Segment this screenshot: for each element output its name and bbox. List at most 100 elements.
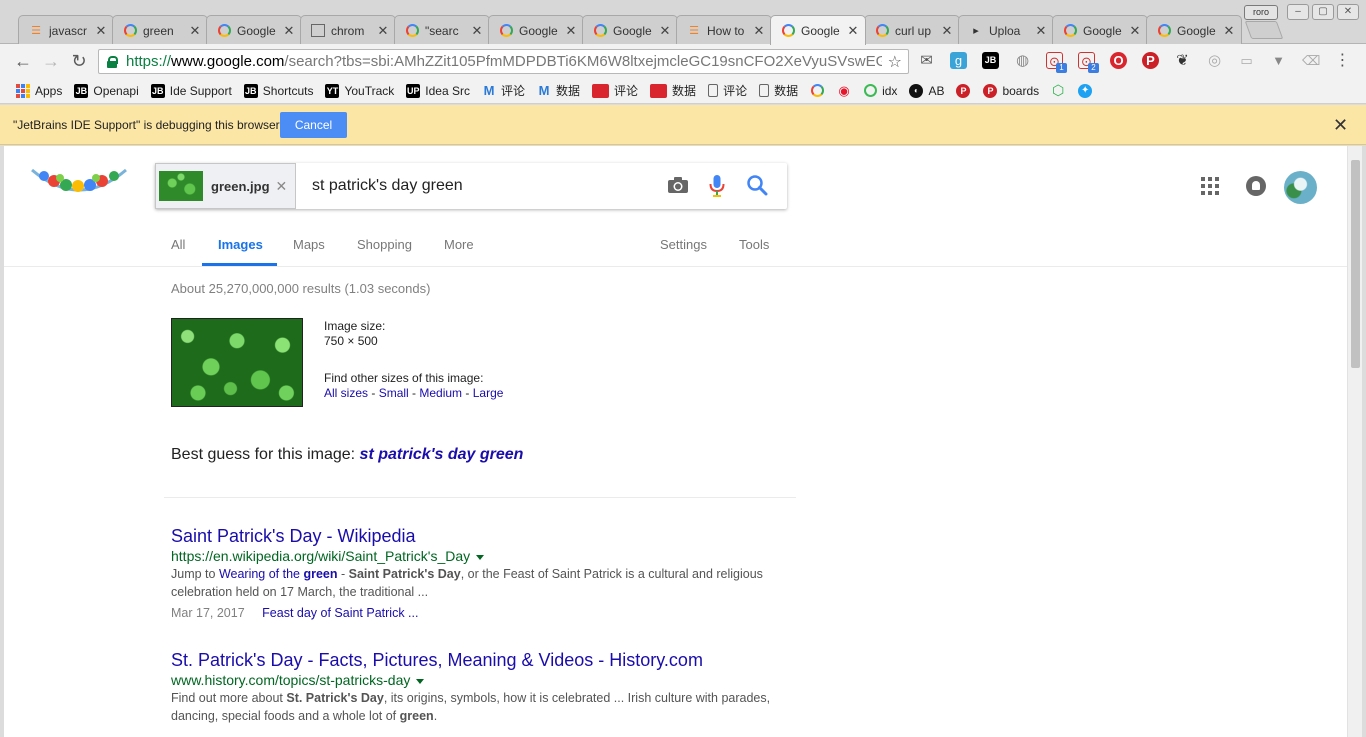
close-icon[interactable]: ✕ [1333, 115, 1348, 136]
close-icon[interactable]: ✕ [283, 23, 295, 39]
bookmark-hex[interactable]: ⬡ [1051, 82, 1070, 98]
bookmark-google[interactable] [810, 84, 829, 98]
minimize-button[interactable]: – [1287, 4, 1309, 20]
close-icon[interactable]: ✕ [847, 23, 859, 39]
browser-tab[interactable]: Google ✕ [1146, 15, 1242, 45]
query-image-thumbnail[interactable] [171, 318, 303, 407]
tab-shopping[interactable]: Shopping [357, 237, 412, 252]
bookmark-openapi[interactable]: JB Openapi [74, 83, 139, 98]
browser-tab[interactable]: curl up ✕ [864, 15, 960, 45]
browser-tab[interactable]: chrom ✕ [300, 15, 396, 45]
browser-tab[interactable]: ☰ How to ✕ [676, 15, 772, 45]
bookmark-data[interactable]: M 数据 [537, 82, 580, 99]
close-icon[interactable]: ✕ [659, 23, 671, 39]
link-all-sizes[interactable]: All sizes [324, 386, 368, 400]
tab-maps[interactable]: Maps [293, 237, 325, 252]
bookmark-comments[interactable]: 评论 [592, 82, 638, 99]
close-icon[interactable]: ✕ [1035, 23, 1047, 39]
close-icon[interactable]: ✕ [941, 23, 953, 39]
profile-badge[interactable]: roro [1244, 5, 1278, 20]
mail-icon[interactable]: ✉ [918, 52, 935, 69]
search-box[interactable]: green.jpg ✕ st patrick's day green [155, 163, 787, 209]
jetbrains-icon[interactable]: JB [982, 52, 999, 69]
bookmark-bird[interactable]: ✦ [1078, 83, 1097, 98]
dropdown-caret-icon[interactable] [416, 678, 425, 684]
scrollbar-thumb[interactable] [1351, 160, 1360, 368]
google-doodle-logo[interactable] [30, 166, 128, 198]
pinterest-icon[interactable]: P [1142, 52, 1159, 69]
reload-button[interactable]: ↻ [68, 50, 90, 72]
globe-icon[interactable]: ◍ [1014, 52, 1031, 69]
apps-grid-icon[interactable] [1201, 177, 1219, 195]
close-icon[interactable]: ✕ [471, 23, 483, 39]
bookmark-idx[interactable]: idx [864, 84, 897, 98]
camera-icon[interactable] [667, 176, 689, 194]
extension-icon[interactable]: ▭ [1238, 52, 1255, 69]
bookmark-idea-src[interactable]: UP Idea Src [406, 83, 470, 98]
close-icon[interactable]: ✕ [189, 23, 201, 39]
bookmark-ide-support[interactable]: JB Ide Support [150, 83, 232, 98]
evernote-icon[interactable]: ❦ [1174, 52, 1191, 69]
browser-tab[interactable]: Google ✕ [206, 15, 302, 45]
tab-images[interactable]: Images [218, 237, 263, 252]
tab-more[interactable]: More [444, 237, 474, 252]
close-icon[interactable]: ✕ [1129, 23, 1141, 39]
browser-tab[interactable]: ☰ javascr ✕ [18, 15, 114, 45]
link-large[interactable]: Large [473, 386, 504, 400]
tab-all[interactable]: All [171, 237, 185, 252]
browser-tab[interactable]: Google ✕ [582, 15, 678, 45]
result-title-link[interactable]: Saint Patrick's Day - Wikipedia [171, 526, 791, 547]
browser-tab-active[interactable]: Google ✕ [770, 15, 866, 45]
bookmark-data[interactable]: 数据 [650, 82, 696, 99]
search-input[interactable]: st patrick's day green [312, 177, 463, 195]
bookmark-pinterest[interactable]: P [956, 83, 975, 98]
page-scrollbar[interactable] [1347, 146, 1362, 737]
bookmark-apps[interactable]: Apps [16, 83, 62, 98]
bookmark-comments[interactable]: 评论 [708, 82, 747, 99]
menu-icon[interactable]: ⋮ [1334, 52, 1351, 69]
translate-icon[interactable]: g [950, 52, 967, 69]
close-icon[interactable]: ✕ [565, 23, 577, 39]
tab-settings[interactable]: Settings [660, 237, 707, 252]
address-bar[interactable]: https:// www.google.com /search?tbs=sbi:… [98, 49, 909, 74]
close-icon[interactable]: ✕ [276, 178, 288, 195]
bookmark-weibo[interactable]: ◉ [837, 83, 856, 98]
search-image-chip[interactable]: green.jpg ✕ [155, 163, 296, 209]
opera-icon[interactable]: O [1110, 52, 1127, 69]
extension-icon[interactable]: ⌫ [1302, 52, 1320, 69]
link-small[interactable]: Small [379, 386, 409, 400]
back-button[interactable]: ← [12, 50, 34, 72]
browser-tab[interactable]: ▸ Uploa ✕ [958, 15, 1054, 45]
browser-tab[interactable]: Google ✕ [1052, 15, 1148, 45]
maximize-button[interactable]: ▢ [1312, 4, 1334, 20]
dropdown-caret-icon[interactable] [476, 554, 485, 560]
notifications-bell-icon[interactable] [1246, 176, 1266, 196]
bookmark-comments[interactable]: M 评论 [482, 82, 525, 99]
close-icon[interactable]: ✕ [95, 23, 107, 39]
bookmark-boards[interactable]: P boards [983, 83, 1039, 98]
sitelink[interactable]: Feast day of Saint Patrick ... [262, 606, 418, 620]
bookmark-shortcuts[interactable]: JB Shortcuts [243, 83, 313, 98]
new-tab-button[interactable] [1244, 21, 1284, 39]
tab-tools[interactable]: Tools [739, 237, 769, 252]
bookmark-ab[interactable]: ◐ AB [909, 83, 944, 98]
bookmark-data[interactable]: 数据 [759, 82, 798, 99]
browser-tab[interactable]: green ✕ [112, 15, 208, 45]
best-guess-link[interactable]: st patrick's day green [360, 446, 524, 463]
bookmark-youtrack[interactable]: YT YouTrack [325, 83, 394, 98]
search-icon[interactable] [746, 174, 768, 196]
result-title-link[interactable]: St. Patrick's Day - Facts, Pictures, Mea… [171, 650, 791, 671]
close-icon[interactable]: ✕ [1223, 23, 1235, 39]
browser-tab[interactable]: "searc ✕ [394, 15, 490, 45]
jump-to-link[interactable]: Wearing of the green [219, 567, 338, 581]
close-icon[interactable]: ✕ [753, 23, 765, 39]
bookmark-star-icon[interactable]: ☆ [888, 52, 902, 72]
cancel-button[interactable]: Cancel [280, 112, 347, 138]
close-icon[interactable]: ✕ [377, 23, 389, 39]
browser-tab[interactable]: Google ✕ [488, 15, 584, 45]
vue-icon[interactable]: ▼ [1270, 52, 1287, 69]
extension-icon[interactable]: ◎ [1206, 52, 1223, 69]
link-medium[interactable]: Medium [419, 386, 462, 400]
mic-icon[interactable] [708, 174, 726, 198]
avatar[interactable] [1284, 171, 1317, 204]
